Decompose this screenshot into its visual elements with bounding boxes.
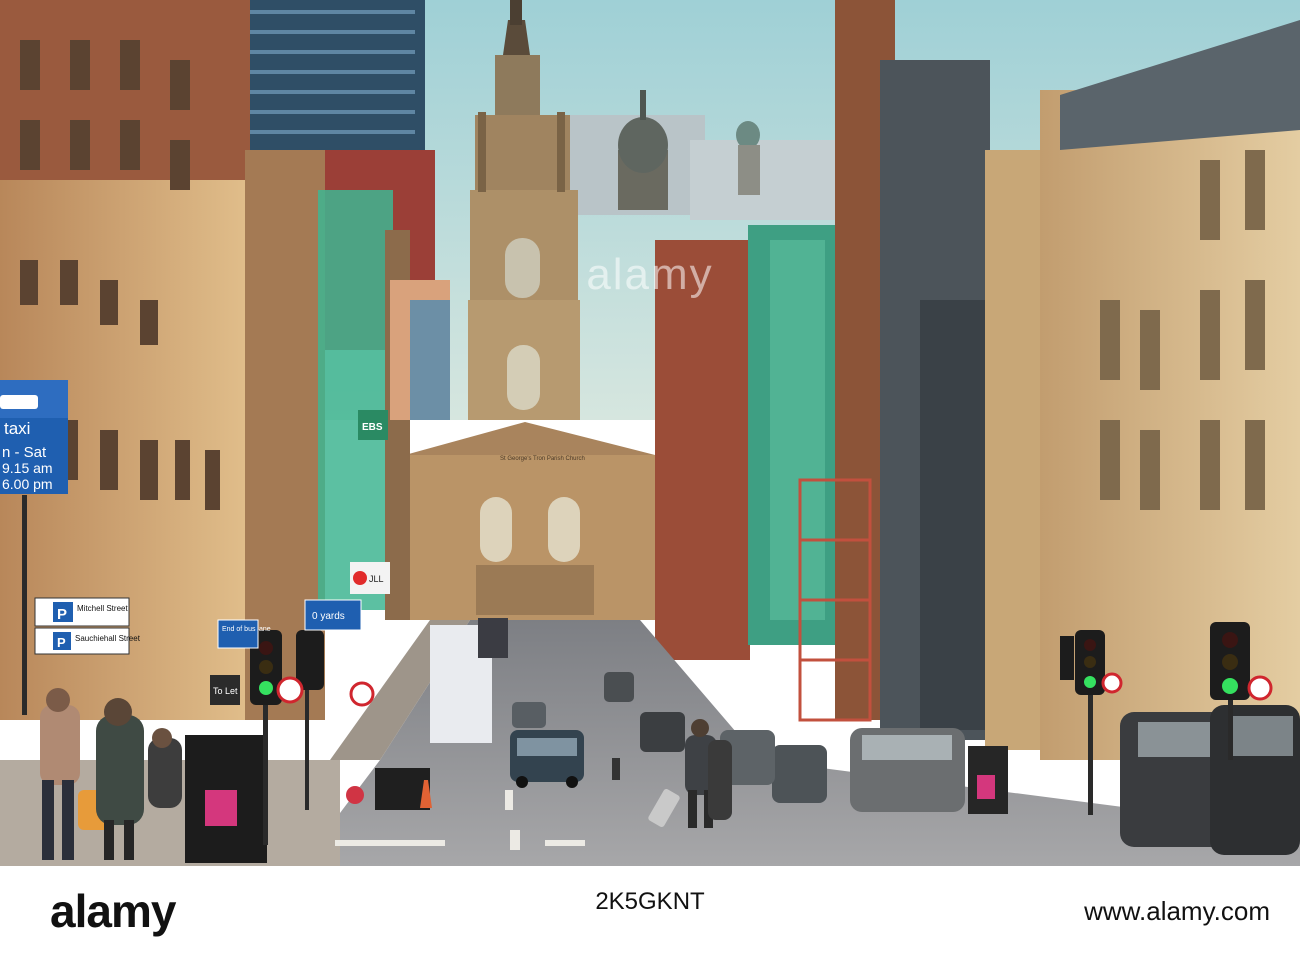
mitchell-street-label: Mitchell Street xyxy=(77,604,128,613)
svg-text:P: P xyxy=(57,606,67,623)
sign-parking-times: taxi n - Sat 9.15 am 6.00 pm xyxy=(0,380,68,494)
sign-yards: 0 yards xyxy=(304,599,362,631)
church-body xyxy=(405,422,657,620)
tower-block xyxy=(240,0,425,150)
dome xyxy=(618,117,668,173)
no-turn-sign xyxy=(1247,675,1273,701)
sign-jll: JLL xyxy=(350,562,390,594)
car-centre xyxy=(510,730,584,788)
sauchiehall-street-label: Sauchiehall Street xyxy=(75,634,141,643)
svg-text:0 yards: 0 yards xyxy=(312,611,345,622)
sign-mitchell-street: P Mitchell Street xyxy=(34,597,130,627)
red-sandstone-mid xyxy=(655,240,750,660)
sandstone-right xyxy=(985,150,1045,750)
svg-text:EBS: EBS xyxy=(362,422,383,433)
sign-sauchiehall-street: P Sauchiehall Street xyxy=(34,627,141,655)
site-url: www.alamy.com xyxy=(1084,896,1270,926)
church-sign-text: St George's Tron Parish Church xyxy=(500,456,585,462)
watermark: alamy xyxy=(586,250,714,299)
sign-time1-text: 9.15 am xyxy=(2,460,53,476)
no-turn-sign xyxy=(1101,672,1123,694)
sign-taxi-text: taxi xyxy=(4,419,30,438)
svg-text:To Let: To Let xyxy=(213,686,238,696)
sign-to-let: To Let xyxy=(210,675,240,705)
svg-text:JLL: JLL xyxy=(369,574,384,584)
sign-days-text: n - Sat xyxy=(2,444,47,461)
no-turn-sign xyxy=(349,681,375,707)
distant-building xyxy=(690,140,840,220)
street-photo: taxi n - Sat 9.15 am 6.00 pm P Mitchell … xyxy=(0,0,1300,866)
svg-text:End of bus lane: End of bus lane xyxy=(222,626,271,633)
sign-ebs: EBS xyxy=(358,410,388,440)
car-distant xyxy=(512,702,546,728)
sign-time2-text: 6.00 pm xyxy=(2,476,53,492)
svg-text:P: P xyxy=(57,635,66,650)
no-turn-sign xyxy=(276,676,304,704)
